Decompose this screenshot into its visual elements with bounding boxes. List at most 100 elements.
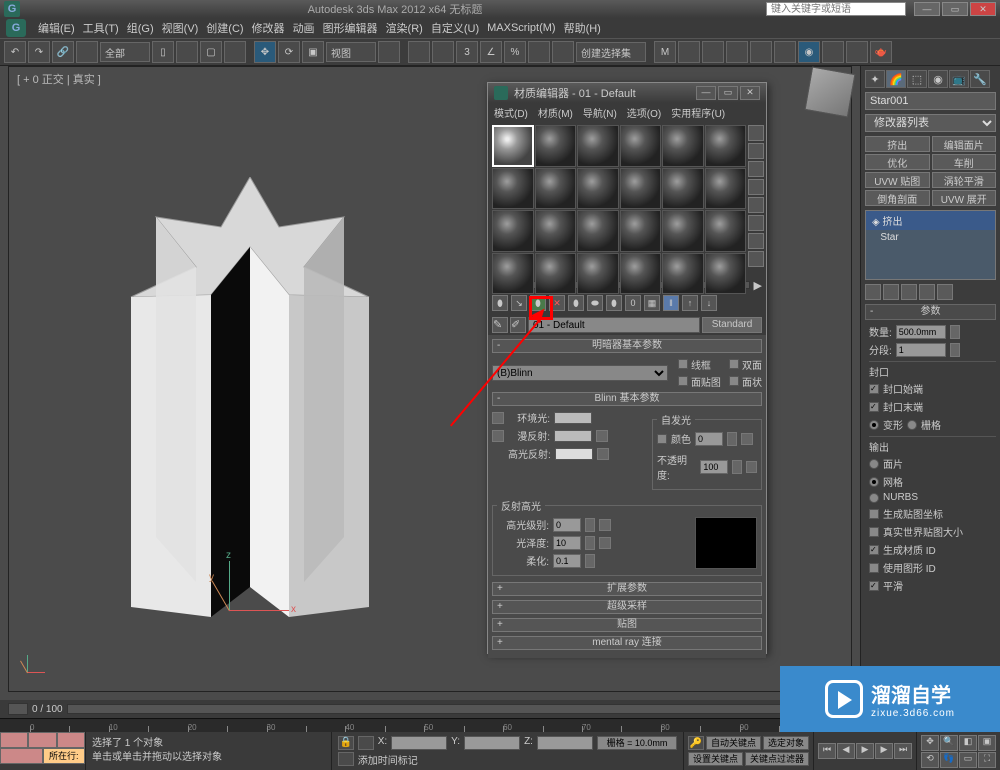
opacity-spinner[interactable]	[732, 460, 741, 474]
mod-btn-turbosmooth[interactable]: 涡轮平滑	[932, 172, 997, 188]
pan-view-button[interactable]: ✥	[921, 735, 939, 751]
specular-map-button[interactable]	[597, 448, 609, 460]
status-tab[interactable]	[57, 732, 85, 748]
material-slot[interactable]	[577, 253, 619, 295]
time-tag-label[interactable]: 添加时间标记	[358, 752, 677, 767]
configure-sets-button[interactable]	[937, 284, 953, 300]
real-world-checkbox[interactable]	[869, 527, 879, 537]
material-slot[interactable]	[620, 125, 662, 167]
lock-selection-button[interactable]: 🔒	[338, 736, 354, 750]
max-toggle-button[interactable]: ⛶	[978, 752, 996, 768]
material-slot[interactable]	[492, 253, 534, 295]
two-sided-checkbox[interactable]	[729, 359, 739, 369]
reset-map-button[interactable]: ✕	[549, 295, 565, 311]
time-slider[interactable]: 0 / 100	[0, 700, 860, 718]
pick-material-button[interactable]: ✎	[492, 317, 508, 333]
glossiness-spinner[interactable]	[585, 536, 595, 550]
material-slot[interactable]	[535, 253, 577, 295]
app-menu-button[interactable]: G	[6, 19, 26, 37]
utilities-tab[interactable]: 🔧	[970, 70, 990, 88]
zoom-extents-button[interactable]: ▣	[978, 735, 996, 751]
select-region-button[interactable]: ▢	[200, 41, 222, 63]
modifier-stack-item[interactable]: Star	[866, 230, 995, 245]
amount-input[interactable]	[896, 325, 946, 339]
menu-group[interactable]: 组(G)	[127, 20, 154, 36]
mod-btn-bevelprofile[interactable]: 倒角剖面	[865, 190, 930, 206]
options-button[interactable]	[748, 233, 764, 249]
make-copy-button[interactable]: ⬮	[568, 295, 584, 311]
amount-spinner[interactable]	[950, 325, 960, 339]
self-illum-spinner[interactable]	[727, 432, 737, 446]
selection-filter-field[interactable]: 选定对象	[763, 736, 809, 750]
mod-btn-optimize[interactable]: 优化	[865, 154, 930, 170]
status-tab[interactable]	[0, 732, 28, 748]
mat-menu-options[interactable]: 选项(O)	[627, 105, 661, 120]
remove-modifier-button[interactable]	[919, 284, 935, 300]
status-tab-active[interactable]: 所在行:	[43, 748, 86, 764]
spec-level-map-button[interactable]	[599, 519, 611, 531]
snap-toggle-button[interactable]: 3	[456, 41, 478, 63]
z-coord-input[interactable]	[537, 736, 593, 750]
material-editor-button[interactable]: ◉	[798, 41, 820, 63]
select-by-material-button[interactable]	[748, 251, 764, 267]
edit-selection-set-button[interactable]	[552, 41, 574, 63]
material-editor-titlebar[interactable]: 材质编辑器 - 01 - Default — ▭ ✕	[488, 83, 766, 103]
cap-start-checkbox[interactable]	[869, 384, 879, 394]
modifier-list-dropdown[interactable]: 修改器列表	[865, 114, 996, 132]
fov-button[interactable]: ◧	[959, 735, 977, 751]
manipulate-button[interactable]	[408, 41, 430, 63]
rollout-maps[interactable]: 贴图	[492, 618, 762, 632]
render-setup-button[interactable]	[822, 41, 844, 63]
smooth-checkbox[interactable]	[869, 581, 879, 591]
eyedropper-button[interactable]: ✐	[510, 317, 526, 333]
material-slot[interactable]	[577, 168, 619, 210]
put-to-library-button[interactable]: ⬮	[606, 295, 622, 311]
mat-menu-navigation[interactable]: 导航(N)	[583, 105, 617, 120]
goto-end-button[interactable]: ⏭	[894, 743, 912, 759]
material-slot[interactable]	[705, 168, 747, 210]
material-slot[interactable]	[662, 210, 704, 252]
isolate-selection-button[interactable]	[358, 736, 374, 750]
wire-checkbox[interactable]	[678, 359, 688, 369]
modify-tab[interactable]: 🌈	[886, 70, 906, 88]
self-illum-map-button[interactable]	[741, 433, 753, 445]
material-slot[interactable]	[662, 168, 704, 210]
modifier-stack-item[interactable]: ◈ 挤出	[866, 211, 995, 230]
mat-minimize-button[interactable]: —	[696, 86, 716, 100]
status-tab[interactable]	[28, 732, 56, 748]
menu-customize[interactable]: 自定义(U)	[431, 20, 479, 36]
material-slot[interactable]	[620, 210, 662, 252]
spec-level-spinner[interactable]	[585, 518, 595, 532]
rollout-parameters[interactable]: 参数	[865, 304, 996, 320]
selection-filter-dropdown[interactable]: 全部	[100, 42, 150, 62]
schematic-view-button[interactable]	[774, 41, 796, 63]
select-move-button[interactable]: ✥	[254, 41, 276, 63]
use-shape-id-checkbox[interactable]	[869, 563, 879, 573]
morph-radio[interactable]	[869, 420, 879, 430]
maxscript-listener-button[interactable]	[338, 752, 354, 766]
orbit-button[interactable]: ⟲	[921, 752, 939, 768]
graphite-ribbon-button[interactable]	[726, 41, 748, 63]
mod-btn-lathe[interactable]: 车削	[932, 154, 997, 170]
make-preview-button[interactable]	[748, 215, 764, 231]
mat-menu-material[interactable]: 材质(M)	[538, 105, 573, 120]
motion-tab[interactable]: ◉	[928, 70, 948, 88]
time-config-button[interactable]	[8, 703, 28, 715]
undo-button[interactable]: ↶	[4, 41, 26, 63]
put-to-scene-button[interactable]: ↘	[511, 295, 527, 311]
mod-btn-uvwmap[interactable]: UVW 贴图	[865, 172, 930, 188]
angle-snap-button[interactable]: ∠	[480, 41, 502, 63]
material-slot[interactable]	[705, 253, 747, 295]
select-object-button[interactable]: ▯	[152, 41, 174, 63]
close-button[interactable]: ✕	[970, 2, 996, 16]
menu-modifiers[interactable]: 修改器	[252, 20, 285, 36]
minimize-button[interactable]: —	[914, 2, 940, 16]
next-frame-button[interactable]: ▶	[875, 743, 893, 759]
redo-button[interactable]: ↷	[28, 41, 50, 63]
rollout-shader-params[interactable]: 明暗器基本参数	[492, 339, 762, 353]
rollout-blinn-params[interactable]: Blinn 基本参数	[492, 392, 762, 406]
link-button[interactable]: 🔗	[52, 41, 74, 63]
material-slot[interactable]	[535, 168, 577, 210]
material-slot[interactable]	[662, 253, 704, 295]
menu-help[interactable]: 帮助(H)	[564, 20, 601, 36]
